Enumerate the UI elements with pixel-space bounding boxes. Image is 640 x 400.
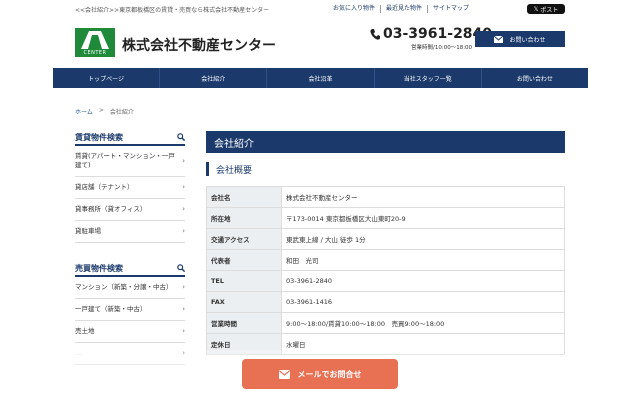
logo-mark-icon [81,31,109,49]
chevron-right-icon: › [182,327,185,335]
chevron-right-icon: › [182,283,185,291]
company-info-table: 会社名 株式会社不動産センター 所在地 〒173-0014 東京都板橋区大山東町20-… [206,186,565,355]
row-value: 東武東上線 / 大山 徒歩 1分 [281,228,565,250]
phone-number[interactable]: 03-3961-2840 [370,26,492,42]
sidebar-item-rent-residential[interactable]: 賃貸(アパート・マンション・一戸建て) › [75,146,185,177]
table-row: 所在地 〒173-0014 東京都板橋区大山東町20-9 [206,207,565,229]
nav-item-contact[interactable]: お問い合わせ [482,68,588,88]
nav-item-staff[interactable]: 当社スタッフ一覧 [375,68,482,88]
search-icon[interactable] [177,133,185,141]
main-content: 会社紹介 会社概要 会社名 株式会社不動産センター 所在地 〒173-0014 東京都… [206,131,565,355]
table-row: FAX 03-3961-1416 [206,291,565,313]
chevron-right-icon: › [182,205,185,213]
sidebar-item-rent-parking[interactable]: 貸駐車場 › [75,221,185,243]
rent-search-heading: 賃貸物件検索 [75,130,185,146]
row-label: 所在地 [206,207,282,229]
sidebar-item-rent-store[interactable]: 貸店舗（テナント） › [75,177,185,199]
mail-inquiry-button[interactable]: メールでお問合せ [242,359,398,389]
page-title: 会社紹介 [206,131,565,153]
row-value: 9:00〜18:00/賃貸10:00〜18:00 売買9:00〜18:00 [281,312,565,334]
breadcrumb-current: 会社紹介 [109,109,134,116]
company-logo[interactable]: CENTER [75,28,115,57]
row-label: 会社名 [206,186,282,208]
recently-viewed-link[interactable]: 最近見た物件 [380,5,427,13]
row-value: 和田 光司 [281,249,565,271]
row-label: 営業時間 [206,312,282,334]
table-row: 交通アクセス 東武東上線 / 大山 徒歩 1分 [206,228,565,250]
chevron-right-icon: › [182,305,185,313]
sitemap-link[interactable]: サイトマップ [427,5,474,13]
chevron-right-icon: › [182,183,185,191]
breadcrumb-separator: > [98,107,104,114]
phone-icon [370,28,380,40]
nav-item-top[interactable]: トップページ [53,68,161,88]
top-links: お気に入り物件 最近見た物件 サイトマップ [333,5,474,13]
row-label: 代表者 [206,249,282,271]
chevron-right-icon: › [182,156,185,165]
table-row: 会社名 株式会社不動産センター [206,186,565,208]
row-value: 株式会社不動産センター [281,186,565,208]
chevron-right-icon: › [182,227,185,235]
business-hours: 営業時間/10:00〜18:00 [411,45,473,51]
table-row: 代表者 和田 光司 [206,249,565,271]
sale-search-heading: 売買物件検索 [75,261,185,277]
sidebar-item-rent-office[interactable]: 貸事務所（貸オフィス） › [75,199,185,221]
mail-icon [278,369,290,379]
company-name[interactable]: 株式会社不動産センター [122,35,276,55]
x-post-button[interactable]: 𝕏 ポスト [527,4,565,14]
table-row: 営業時間 9:00〜18:00/賃貸10:00〜18:00 売買9:00〜18:0… [206,312,565,334]
nav-item-company[interactable]: 会社紹介 [160,68,268,88]
breadcrumb: ホーム > 会社紹介 [75,107,134,116]
row-value: 03-3961-2840 [281,270,565,292]
row-value: 〒173-0014 東京都板橋区大山東町20-9 [281,207,565,229]
site-tagline: <<会社紹介>>東京都板橋区の賃貸・売買なら株式会社不動産センター [75,7,270,14]
search-icon[interactable] [177,264,185,272]
row-label: TEL [206,270,282,292]
row-label: FAX [206,291,282,313]
row-value: 03-3961-1416 [281,291,565,313]
sidebar-item-sale-house[interactable]: 一戸建て（新築・中古） › [75,299,185,321]
table-row: TEL 03-3961-2840 [206,270,565,292]
main-nav: トップページ 会社紹介 会社沿革 当社スタッフ一覧 お問い合わせ [53,68,588,88]
site-header: <<会社紹介>>東京都板橋区の賃貸・売買なら株式会社不動産センター お気に入り物… [0,0,640,60]
breadcrumb-home[interactable]: ホーム [75,107,93,116]
row-label: 交通アクセス [206,228,282,250]
contact-button[interactable]: お問い合わせ [475,31,565,47]
mail-icon [494,35,504,43]
nav-item-history[interactable]: 会社沿革 [267,68,375,88]
sidebar-item-sale-mansion[interactable]: マンション（新築・分譲・中古） › [75,277,185,299]
sidebar: 賃貸物件検索 賃貸(アパート・マンション・一戸建て) › 貸店舗（テナント） ›… [75,130,185,365]
favorites-link[interactable]: お気に入り物件 [333,5,380,13]
sidebar-item-sale-land[interactable]: 売土地 › [75,321,185,343]
section-title: 会社概要 [206,162,565,176]
x-logo-icon: 𝕏 [533,5,539,13]
